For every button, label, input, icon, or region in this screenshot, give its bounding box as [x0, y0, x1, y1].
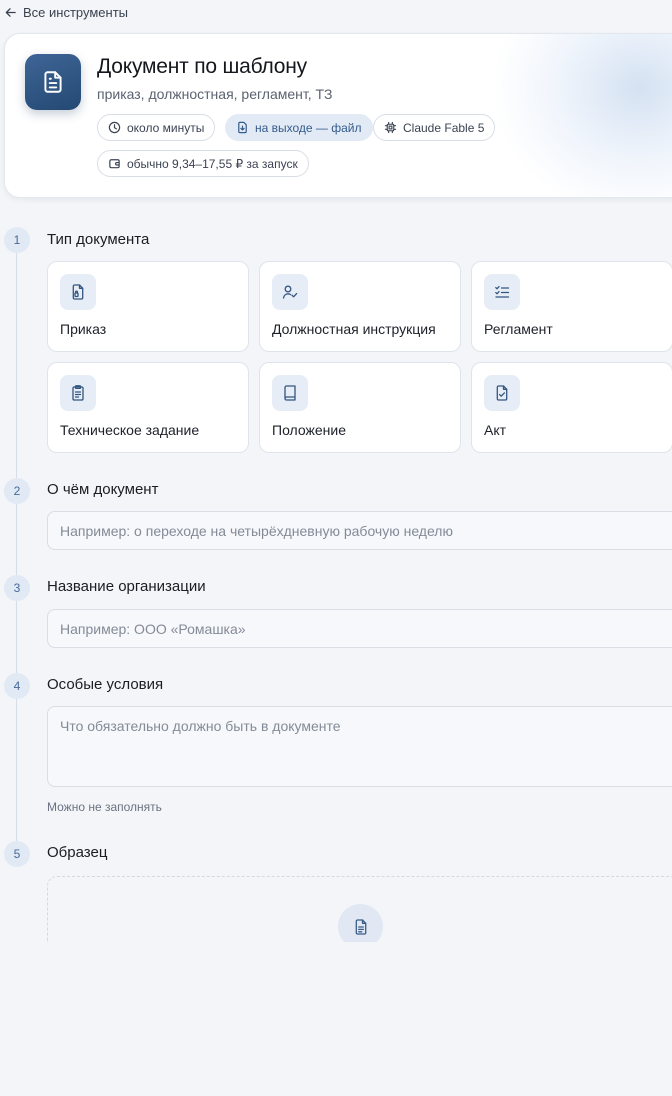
output-chip-label: на выходе — файл — [255, 120, 362, 135]
order-file-icon — [60, 274, 96, 310]
cost-chip-label: обычно 9,34–17,55 ₽ за запуск — [127, 156, 298, 171]
doc-type-card-job-description[interactable]: Должностная инструкция — [259, 261, 461, 352]
step-number: 1 — [4, 227, 30, 253]
page-title: Документ по шаблону — [97, 55, 307, 78]
optional-hint: Можно не заполнять — [47, 800, 162, 814]
doc-type-card-act[interactable]: Акт — [471, 362, 672, 453]
page-bottom-blank — [0, 942, 672, 1096]
step-title: Название организации — [47, 578, 206, 595]
tool-header-card: Документ по шаблону приказ, должностная,… — [4, 33, 672, 198]
step-number: 4 — [4, 673, 30, 699]
model-chip: Claude Fable 5 — [373, 114, 496, 141]
doc-type-card-tech-spec[interactable]: Техническое задание — [47, 362, 249, 453]
doc-type-card-provision[interactable]: Положение — [259, 362, 461, 453]
model-chip-label: Claude Fable 5 — [403, 120, 485, 135]
duration-chip: около минуты — [97, 114, 216, 141]
chip-icon — [384, 121, 397, 134]
file-check-icon — [484, 375, 520, 411]
page-subtitle: приказ, должностная, регламент, ТЗ — [97, 86, 333, 102]
step-title: Особые условия — [47, 676, 164, 693]
conditions-textarea[interactable] — [47, 706, 672, 787]
doc-type-label: Акт — [484, 422, 507, 438]
stepper-line — [16, 240, 17, 852]
step-title: О чём документ — [47, 481, 159, 498]
doc-type-card-regulation[interactable]: Регламент — [471, 261, 672, 352]
back-link[interactable]: Все инструменты — [4, 3, 128, 21]
header-glow — [495, 34, 672, 197]
checklist-icon — [484, 274, 520, 310]
topic-input[interactable] — [47, 511, 672, 550]
doc-type-label: Приказ — [60, 321, 107, 337]
wallet-icon — [109, 159, 120, 169]
step-number: 3 — [4, 575, 30, 601]
step-title: Тип документа — [47, 231, 150, 248]
clock-icon — [108, 121, 121, 134]
step-number: 2 — [4, 478, 30, 504]
output-chip: на выходе — файл — [225, 114, 373, 141]
back-link-label: Все инструменты — [23, 4, 128, 20]
duration-chip-label: около минуты — [127, 120, 205, 135]
doc-type-card-order[interactable]: Приказ — [47, 261, 249, 352]
doc-type-label: Должностная инструкция — [272, 321, 436, 337]
clipboard-icon — [60, 375, 96, 411]
file-download-icon — [238, 121, 247, 134]
organization-input[interactable] — [47, 609, 672, 648]
step-title: Образец — [47, 844, 108, 861]
document-icon — [25, 54, 81, 110]
user-check-icon — [272, 274, 308, 310]
cost-chip: обычно 9,34–17,55 ₽ за запуск — [97, 150, 309, 177]
doc-type-label: Положение — [272, 422, 346, 438]
doc-type-label: Техническое задание — [60, 422, 200, 438]
doc-type-label: Регламент — [484, 321, 553, 337]
step-number: 5 — [4, 841, 30, 867]
arrow-left-icon — [5, 7, 16, 17]
book-icon — [272, 375, 308, 411]
